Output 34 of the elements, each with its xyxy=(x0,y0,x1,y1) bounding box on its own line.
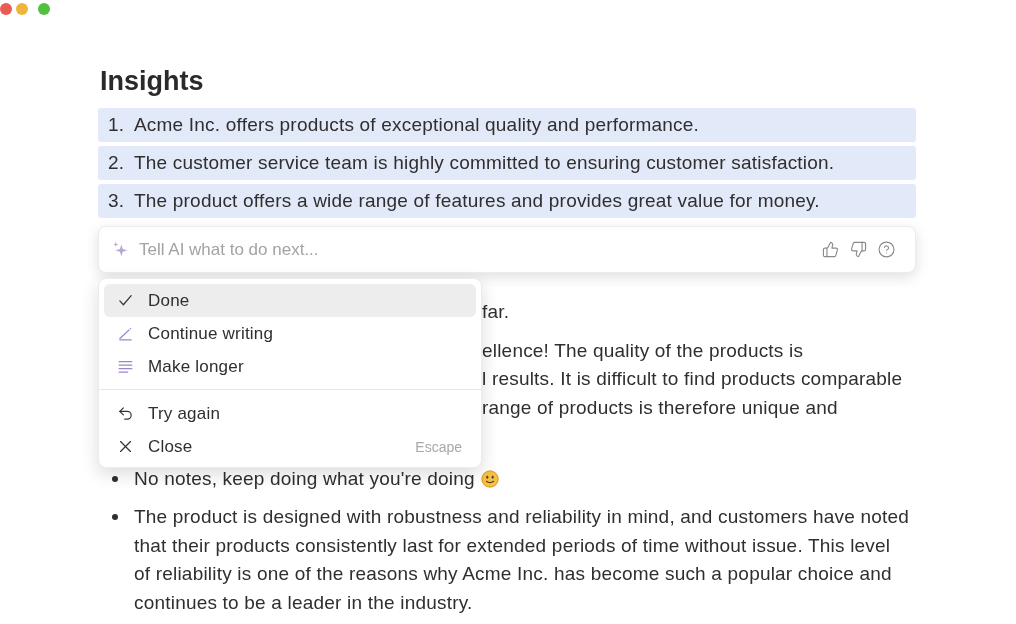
list-number: 1. xyxy=(108,114,126,136)
bullet-text: The product is designed with robustness and reliability in mind, and customers have noted that their products consistently last for extended periods of time without issue. This level of reliability is one of the reasons why Acme Inc. has become such a popular choice and continues to be a leader in the industry. xyxy=(134,506,910,613)
ai-prompt-field[interactable]: Tell AI what to do next... xyxy=(98,226,916,273)
list-text: The product offers a wide range of features and provides great value for money. xyxy=(134,190,820,212)
text-lines-icon xyxy=(117,358,134,375)
help-icon[interactable] xyxy=(878,241,895,258)
menu-item[interactable]: Continue writing xyxy=(104,317,476,350)
menu-item[interactable]: Make longer xyxy=(104,350,476,383)
menu-item[interactable]: Close Escape xyxy=(104,430,476,463)
thumbs-up-icon[interactable] xyxy=(822,241,839,258)
menu-item[interactable]: Done xyxy=(104,284,476,317)
list-text: Acme Inc. offers products of exceptional quality and performance. xyxy=(134,114,699,136)
window-minimize-button[interactable] xyxy=(16,3,28,15)
prompt-input[interactable]: Tell AI what to do next... xyxy=(139,238,801,261)
menu-item[interactable]: Try again xyxy=(104,397,476,430)
window-zoom-button[interactable] xyxy=(38,3,50,15)
paragraph-line: l results. It is difficult to find products comparable xyxy=(482,367,903,391)
list-text: The customer service team is highly committed to ensuring customer satisfaction. xyxy=(134,152,835,174)
sparkle-icon xyxy=(112,241,129,258)
list-number: 3. xyxy=(108,190,126,212)
close-icon xyxy=(117,438,134,455)
paragraph-line: far. xyxy=(482,300,510,324)
section-heading: Insights xyxy=(100,65,204,97)
bullet-icon xyxy=(112,475,118,482)
list-number: 2. xyxy=(108,152,126,174)
paragraph-line: range of products is therefore unique and xyxy=(482,395,838,420)
shortcut-hint: Escape xyxy=(415,438,462,455)
pen-line-icon xyxy=(117,325,134,342)
paragraph-line: ellence! The quality of the products is xyxy=(482,338,804,363)
window-close-button[interactable] xyxy=(0,3,12,15)
undo-arrow-icon xyxy=(117,405,134,422)
thumbs-down-icon[interactable] xyxy=(850,241,867,258)
bullet-icon xyxy=(112,514,118,520)
bullet-text: No notes, keep doing what you're doing xyxy=(134,467,475,489)
